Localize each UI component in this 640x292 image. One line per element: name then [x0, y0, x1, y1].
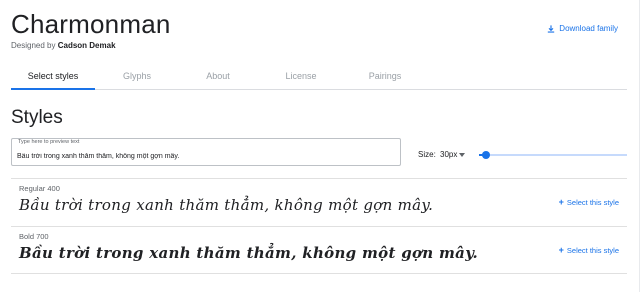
plus-icon: +	[558, 197, 564, 207]
size-slider[interactable]	[479, 150, 627, 160]
style-sample-text: Bầu trời trong xanh thăm thẳm, không một…	[19, 244, 479, 262]
download-icon	[548, 24, 555, 33]
family-title: Charmonman	[11, 9, 171, 39]
tab-bar: Select styles Glyphs About License Pairi…	[11, 62, 627, 90]
select-style-button[interactable]: + Select this style	[559, 197, 619, 207]
designer-credit: Designed by Cadson Demak	[11, 41, 116, 50]
size-value: 30px	[440, 150, 458, 159]
select-style-button[interactable]: + Select this style	[559, 245, 619, 255]
slider-thumb[interactable]	[482, 151, 491, 159]
tab-select-styles[interactable]: Select styles	[11, 62, 95, 90]
slider-track	[479, 154, 627, 156]
plus-icon: +	[558, 245, 564, 255]
designer-name[interactable]: Cadson Demak	[58, 41, 116, 50]
designer-prefix: Designed by	[11, 41, 56, 50]
download-family-button[interactable]: Download family	[547, 24, 618, 33]
tab-glyphs[interactable]: Glyphs	[107, 62, 167, 90]
styles-heading: Styles	[11, 107, 63, 128]
style-row-regular-400: Regular 400 Bầu trời trong xanh thăm thẳ…	[11, 178, 627, 226]
style-name: Regular 400	[19, 184, 60, 193]
select-style-label: Select this style	[566, 197, 619, 207]
style-sample-text: Bầu trời trong xanh thăm thẳm, không một…	[19, 196, 434, 214]
size-label: Size:	[418, 150, 436, 159]
size-dropdown[interactable]: 30px	[440, 150, 466, 159]
tab-pairings[interactable]: Pairings	[355, 62, 415, 90]
select-style-label: Select this style	[566, 245, 619, 255]
style-row-bold-700: Bold 700 Bầu trời trong xanh thăm thẳm, …	[11, 226, 627, 274]
dropdown-arrow-icon	[459, 152, 466, 157]
preview-text-input[interactable]	[17, 149, 397, 163]
preview-field-label: Type here to preview text	[18, 139, 80, 145]
download-label: Download family	[559, 24, 618, 33]
tab-about[interactable]: About	[191, 62, 245, 90]
tab-license[interactable]: License	[271, 62, 331, 90]
preview-text-field[interactable]: Type here to preview text	[11, 138, 401, 166]
style-name: Bold 700	[19, 232, 49, 241]
